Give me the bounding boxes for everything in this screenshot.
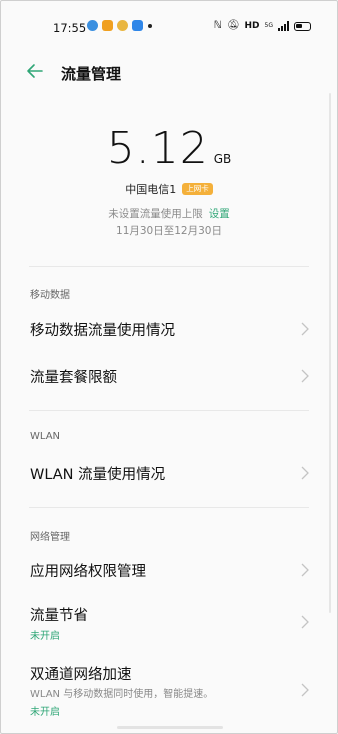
usage-summary: 5.12 GB bbox=[1, 123, 337, 174]
signal-icon bbox=[278, 21, 289, 31]
more-notifications-icon bbox=[148, 23, 152, 28]
divider bbox=[29, 266, 309, 267]
usage-value: 5.12 bbox=[106, 123, 209, 174]
row-title: 移动数据流量使用情况 bbox=[30, 323, 175, 339]
mute-icon: 🔕︎ bbox=[226, 20, 240, 31]
row-app-network-permissions[interactable]: 应用网络权限管理 bbox=[1, 547, 337, 591]
chevron-right-icon bbox=[301, 369, 309, 383]
status-text: 未开启 bbox=[30, 707, 60, 718]
app-notification-icon bbox=[132, 20, 143, 31]
hd-icon: HD bbox=[244, 21, 260, 31]
row-dual-channel-boost[interactable]: 双通道网络加速 WLAN 与移动数据同时使用，智能提速。 未开启 bbox=[1, 657, 337, 723]
notification-icons bbox=[87, 20, 152, 31]
section-label-wlan: WLAN bbox=[30, 431, 61, 442]
divider bbox=[29, 410, 309, 411]
carrier-row: 中国电信1 上网卡 bbox=[1, 181, 337, 197]
row-title: 应用网络权限管理 bbox=[30, 564, 146, 580]
row-title: 流量套餐限额 bbox=[30, 370, 117, 386]
divider bbox=[29, 507, 309, 508]
back-arrow-icon bbox=[27, 64, 43, 78]
limit-row: 未设置流量使用上限 设置 bbox=[1, 206, 337, 221]
status-text: 未开启 bbox=[30, 631, 60, 642]
row-subtitle: WLAN 与移动数据同时使用，智能提速。 bbox=[30, 689, 214, 700]
app-header: 流量管理 bbox=[1, 55, 337, 91]
row-mobile-usage[interactable]: 移动数据流量使用情况 bbox=[1, 307, 337, 351]
app-notification-icon bbox=[117, 20, 128, 31]
billing-period: 11月30日至12月30日 bbox=[116, 225, 222, 237]
home-indicator[interactable] bbox=[117, 726, 223, 729]
battery-icon bbox=[294, 21, 311, 31]
status-indicators: ℕ 🔕︎ HD 5G bbox=[214, 20, 311, 32]
chevron-right-icon bbox=[301, 322, 309, 336]
status-bar: 17:55 ℕ 🔕︎ HD 5G bbox=[1, 1, 337, 51]
row-data-saver[interactable]: 流量节省 未开启 bbox=[1, 597, 337, 647]
usage-amount: 5.12 GB bbox=[107, 123, 232, 174]
section-label-network: 网络管理 bbox=[30, 532, 70, 543]
limit-text: 未设置流量使用上限 bbox=[108, 208, 203, 220]
row-plan-limit[interactable]: 流量套餐限额 bbox=[1, 353, 337, 397]
status-time: 17:55 bbox=[53, 21, 87, 35]
carrier-name: 中国电信1 bbox=[125, 183, 177, 196]
chevron-right-icon bbox=[301, 466, 309, 480]
page-title: 流量管理 bbox=[61, 65, 122, 83]
chevron-right-icon bbox=[301, 683, 309, 697]
app-frame: 17:55 ℕ 🔕︎ HD 5G 流量管理 5.12 GB 中国电信1 上网卡 … bbox=[0, 0, 338, 734]
chevron-right-icon bbox=[301, 563, 309, 577]
app-notification-icon bbox=[87, 20, 98, 31]
row-wlan-usage[interactable]: WLAN 流量使用情况 bbox=[1, 450, 337, 494]
set-limit-link[interactable]: 设置 bbox=[209, 208, 230, 220]
row-title: 双通道网络加速 bbox=[30, 667, 132, 683]
chevron-right-icon bbox=[301, 615, 309, 629]
section-label-mobile: 移动数据 bbox=[30, 290, 70, 301]
scrollbar[interactable] bbox=[329, 93, 331, 613]
network-type: 5G bbox=[264, 22, 273, 29]
back-button[interactable] bbox=[25, 61, 45, 81]
nfc-icon: ℕ bbox=[213, 20, 222, 31]
row-title: WLAN 流量使用情况 bbox=[30, 467, 166, 483]
sim-badge: 上网卡 bbox=[182, 183, 213, 195]
usage-unit: GB bbox=[213, 152, 232, 166]
row-title: 流量节省 bbox=[30, 608, 88, 624]
app-notification-icon bbox=[102, 20, 113, 31]
